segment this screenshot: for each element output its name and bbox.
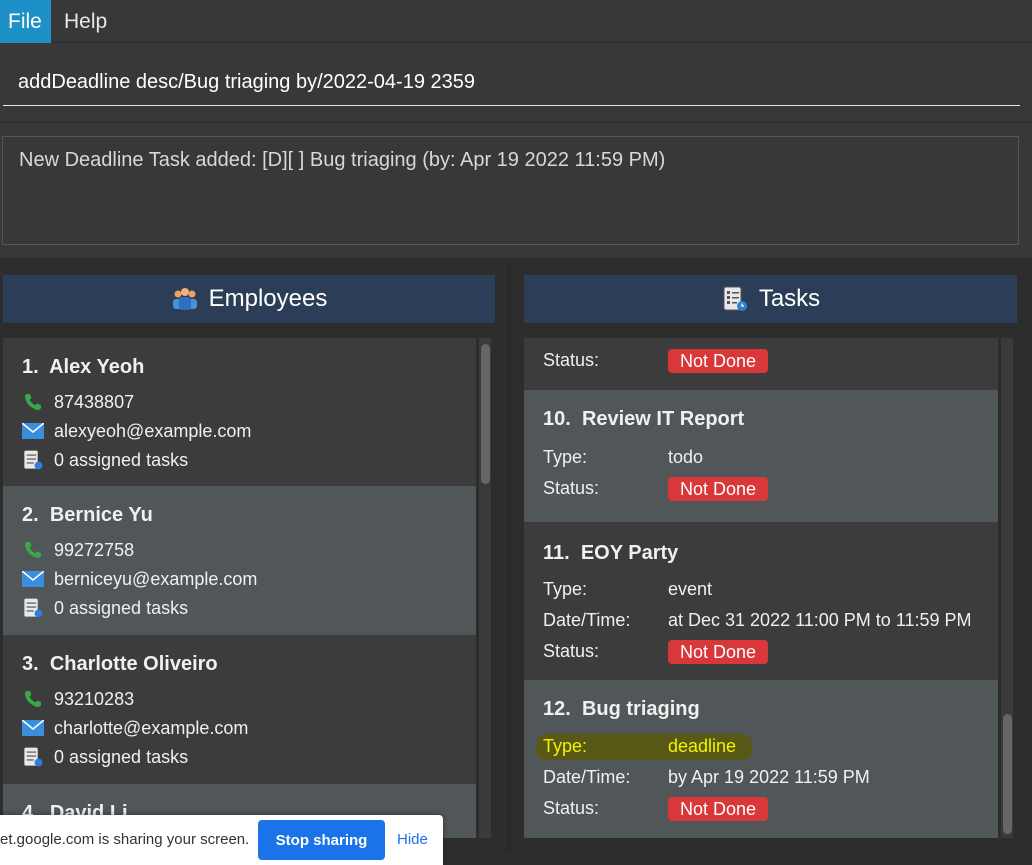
email-text: charlotte@example.com xyxy=(54,717,249,738)
menu-bar: File Help xyxy=(0,0,1032,43)
employee-phone: 99272758 xyxy=(22,539,134,561)
task-status-label: Status: xyxy=(543,798,600,818)
task-name: EOY Party xyxy=(580,542,679,564)
assigned-tasks-text: 0 assigned tasks xyxy=(54,597,189,618)
result-text: New Deadline Task added: [D][ ] Bug tria… xyxy=(19,149,666,171)
task-type-label: Type: xyxy=(543,579,588,599)
employee-name-text: Charlotte Oliveiro xyxy=(49,653,218,675)
task-list-icon xyxy=(22,746,44,768)
email-icon xyxy=(22,717,44,739)
employee-name-text: Bernice Yu xyxy=(49,504,153,526)
email-icon xyxy=(22,420,44,442)
task-index: 10. xyxy=(543,408,571,430)
task-card[interactable]: 10. Review IT Report Type: todo Status: … xyxy=(524,390,998,522)
employee-scrollbar[interactable] xyxy=(479,338,491,838)
status-badge: Not Done xyxy=(668,477,769,501)
task-type-value: deadline xyxy=(668,736,737,756)
people-icon xyxy=(171,285,199,313)
task-type-label: Type: xyxy=(543,736,588,756)
employees-header: Employees xyxy=(3,275,495,323)
employee-email: charlotte@example.com xyxy=(22,717,248,739)
task-index: 12. xyxy=(543,698,571,720)
employee-name: 2. Bernice Yu xyxy=(22,504,153,527)
task-scrollbar[interactable] xyxy=(1001,338,1013,838)
tasks-header: Tasks xyxy=(524,275,1017,323)
employee-email: berniceyu@example.com xyxy=(22,568,257,590)
task-list-icon xyxy=(22,597,44,619)
task-type-value: todo xyxy=(668,447,704,467)
employee-card[interactable]: 1. Alex Yeoh 87438807 alexyeoh@example.c… xyxy=(3,338,476,486)
employees-title: Employees xyxy=(208,285,328,312)
employee-scroll-thumb[interactable] xyxy=(481,344,490,484)
task-list-icon xyxy=(22,449,44,471)
phone-text: 93210283 xyxy=(54,688,135,709)
phone-icon xyxy=(22,391,44,413)
phone-text: 99272758 xyxy=(54,539,135,560)
employee-list[interactable]: 1. Alex Yeoh 87438807 alexyeoh@example.c… xyxy=(3,338,476,838)
email-text: berniceyu@example.com xyxy=(54,568,258,589)
employee-name-text: Alex Yeoh xyxy=(49,356,145,378)
task-datetime-value: by Apr 19 2022 11:59 PM xyxy=(668,767,870,787)
employee-card[interactable]: 2. Bernice Yu 99272758 berniceyu@example… xyxy=(3,486,476,635)
task-title: 12. Bug triaging xyxy=(543,698,700,721)
task-index: 11. xyxy=(543,542,570,564)
employee-index: 2. xyxy=(22,504,39,526)
phone-text: 87438807 xyxy=(54,391,135,412)
task-datetime-label: Date/Time: xyxy=(543,767,631,787)
employee-index: 1. xyxy=(22,356,39,378)
task-datetime-label: Date/Time: xyxy=(543,610,631,630)
command-input[interactable] xyxy=(3,60,1020,106)
tasks-title: Tasks xyxy=(758,285,821,312)
employee-phone: 93210283 xyxy=(22,688,134,710)
status-badge: Not Done xyxy=(668,640,769,664)
employee-tasks: 0 assigned tasks xyxy=(22,597,188,619)
menu-help[interactable]: Help xyxy=(56,0,115,43)
task-type-value: event xyxy=(668,579,713,599)
assigned-tasks-text: 0 assigned tasks xyxy=(54,449,189,470)
employee-card[interactable]: 3. Charlotte Oliveiro 93210283 charlotte… xyxy=(3,635,476,784)
employee-name: 1. Alex Yeoh xyxy=(22,356,144,379)
employee-name: 3. Charlotte Oliveiro xyxy=(22,653,218,676)
status-badge: Not Done xyxy=(668,797,769,821)
menu-file[interactable]: File xyxy=(0,0,51,43)
task-card[interactable]: Status: Not Done xyxy=(524,338,998,390)
employee-phone: 87438807 xyxy=(22,391,134,413)
hide-link[interactable]: Hide xyxy=(397,831,428,848)
email-icon xyxy=(22,568,44,590)
share-message: et.google.com is sharing your screen. xyxy=(0,831,250,848)
employee-tasks: 0 assigned tasks xyxy=(22,746,188,768)
task-datetime-value: at Dec 31 2022 11:00 PM to 11:59 PM xyxy=(668,610,972,630)
task-card[interactable]: 11. EOY Party Type: event Date/Time: at … xyxy=(524,522,998,680)
task-status-label: Status: xyxy=(543,478,600,498)
task-status-label: Status: xyxy=(543,641,600,661)
task-title: 11. EOY Party xyxy=(543,542,678,565)
stop-sharing-button[interactable]: Stop sharing xyxy=(258,820,385,860)
task-type-label: Type: xyxy=(543,447,588,467)
phone-icon xyxy=(22,539,44,561)
task-title: 10. Review IT Report xyxy=(543,408,744,431)
employee-index: 3. xyxy=(22,653,39,675)
task-name: Bug triaging xyxy=(581,698,700,720)
split-divider[interactable] xyxy=(506,263,512,853)
result-display: New Deadline Task added: [D][ ] Bug tria… xyxy=(2,136,1019,245)
task-list-icon xyxy=(721,285,749,313)
employee-email: alexyeoh@example.com xyxy=(22,420,251,442)
task-scroll-thumb[interactable] xyxy=(1003,714,1012,834)
screen-share-bar: et.google.com is sharing your screen. St… xyxy=(0,815,443,865)
task-status-label: Status: xyxy=(543,350,600,370)
task-list[interactable]: Status: Not Done 10. Review IT Report Ty… xyxy=(524,338,998,838)
task-card[interactable]: 12. Bug triaging Type: deadline Date/Tim… xyxy=(524,680,998,838)
employee-tasks: 0 assigned tasks xyxy=(22,449,188,471)
assigned-tasks-text: 0 assigned tasks xyxy=(54,746,189,767)
phone-icon xyxy=(22,688,44,710)
status-badge: Not Done xyxy=(668,349,769,373)
email-text: alexyeoh@example.com xyxy=(54,420,252,441)
task-name: Review IT Report xyxy=(581,408,745,430)
